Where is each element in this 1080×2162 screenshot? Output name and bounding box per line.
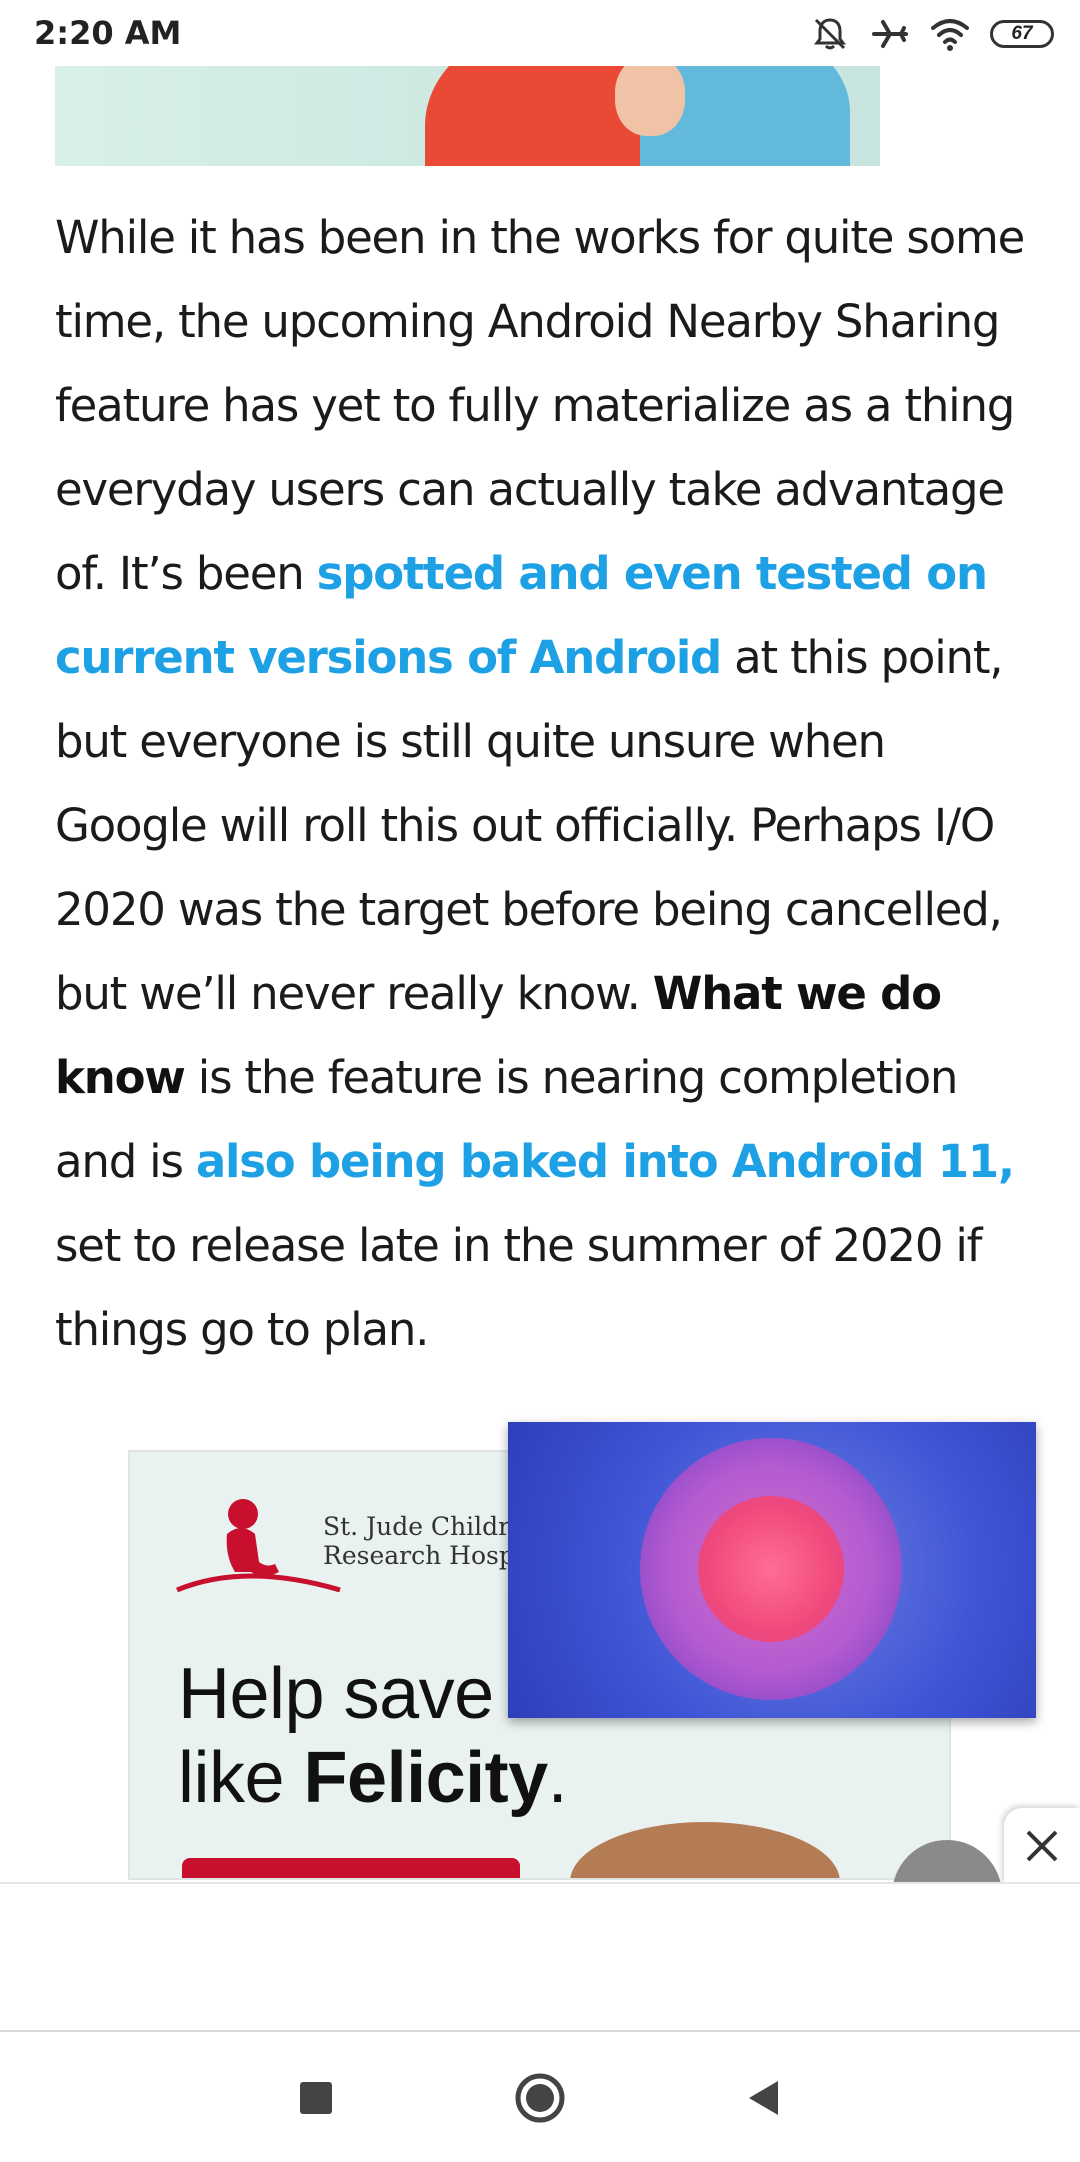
bell-off-icon [814, 18, 846, 50]
st-jude-logo-icon [176, 1499, 341, 1592]
close-icon [1026, 1830, 1058, 1862]
navigation-bar [0, 2030, 1080, 2162]
ad-close-button[interactable] [1004, 1808, 1080, 1884]
back-triangle-icon [749, 2081, 778, 2115]
article-text-4: set to release late in the summer of 202… [55, 1219, 983, 1356]
ad-headline-name: Felicity [303, 1738, 549, 1818]
ad-headline-post: . [547, 1738, 568, 1818]
wifi-icon [931, 19, 969, 51]
article-text-2: at this point, but everyone is still qui… [55, 631, 1004, 1020]
status-icons: 67 [810, 12, 1054, 56]
recents-button[interactable] [288, 2070, 344, 2126]
video-cell-image [640, 1438, 902, 1700]
floating-video-player[interactable] [508, 1422, 1036, 1718]
ad-org-name: St. Jude Childre Research Hospi [323, 1512, 525, 1570]
ad-headline-pre: like [178, 1738, 304, 1818]
ad-headline-line-2: like Felicity. [178, 1736, 568, 1820]
battery-icon: 67 [990, 20, 1054, 48]
hero-shape-hand [615, 66, 685, 136]
recents-square-icon [300, 2082, 332, 2114]
ad-child-image [570, 1822, 840, 1878]
article-text-1: While it has been in the works for quite… [55, 211, 1025, 600]
battery-level: 67 [1011, 23, 1033, 44]
video-cell-nucleus [698, 1496, 844, 1642]
article-link-android-11[interactable]: also being baked into Android 11, [196, 1135, 1015, 1188]
bottom-banner-ad[interactable] [0, 1882, 1080, 2034]
article-hero-image [55, 66, 880, 166]
airplane-icon [872, 20, 908, 48]
back-button[interactable] [736, 2070, 792, 2126]
ad-org-line-1: St. Jude Childre [323, 1512, 525, 1541]
article-paragraph: While it has been in the works for quite… [55, 196, 1035, 1372]
ad-cta-button[interactable] [182, 1858, 520, 1878]
home-button[interactable] [512, 2070, 568, 2126]
home-circle-icon [515, 2073, 565, 2123]
status-time: 2:20 AM [34, 14, 182, 52]
status-bar: 2:20 AM 67 [0, 0, 1080, 66]
ad-org-line-2: Research Hospi [323, 1541, 523, 1570]
